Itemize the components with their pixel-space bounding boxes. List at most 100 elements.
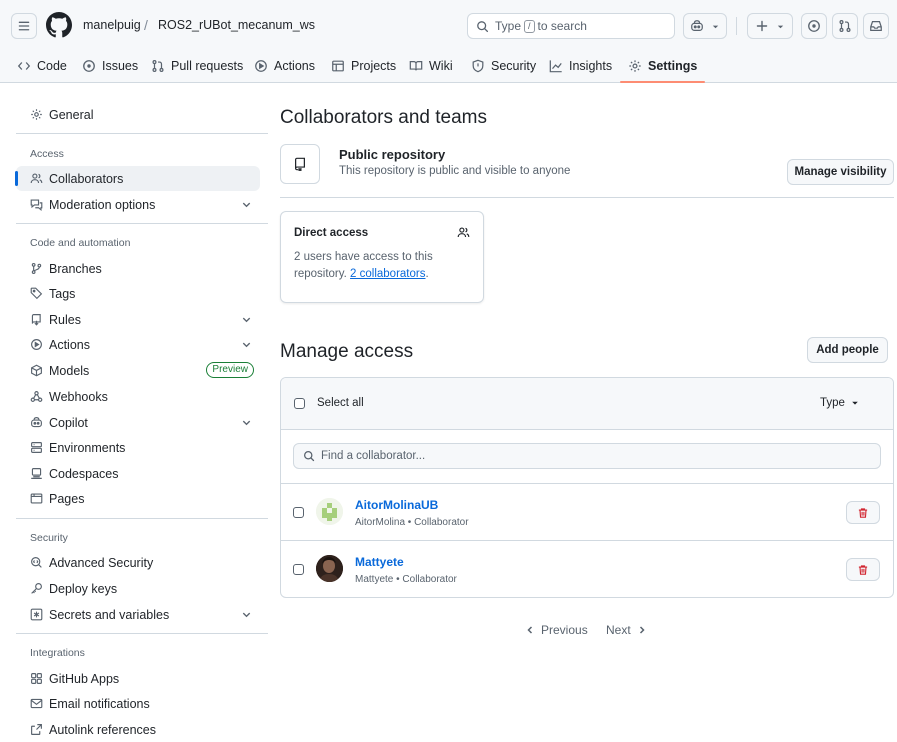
sidebar-item-webhooks[interactable]: Webhooks [16,384,260,409]
key-icon [31,583,42,594]
remove-collaborator-button[interactable] [846,558,880,581]
tab-label: Settings [648,59,698,73]
sidebar-item-general[interactable]: General [16,102,260,127]
avatar[interactable] [316,555,343,582]
sidebar-item-github-apps[interactable]: GitHub Apps [16,666,260,691]
sidebar-item-label: Webhooks [49,389,108,404]
repo-tabs: Code Issues Pull requests Actions Projec… [0,50,897,83]
cross-reference-icon [31,724,42,735]
create-new-button[interactable] [747,13,793,39]
row-checkbox[interactable] [293,564,304,575]
comment-discussion-icon [30,199,43,211]
sidebar-item-label: Email notifications [49,696,150,711]
collaborator-search-field[interactable] [293,443,881,469]
chevron-down-icon [712,25,719,28]
sidebar-item-autolink-references[interactable]: Autolink references [16,717,260,742]
book-icon [409,61,423,71]
tab-projects[interactable]: Projects [331,50,396,82]
chevron-down-icon [242,342,251,348]
remove-collaborator-button[interactable] [846,501,880,524]
pull-requests-button[interactable] [832,13,858,39]
sidebar-heading-access: Access [30,148,64,160]
copilot-icon [691,20,703,31]
tab-security[interactable]: Security [471,50,536,82]
tab-actions[interactable]: Actions [254,50,315,82]
codespaces-icon [31,468,42,479]
collaborators-link[interactable]: 2 collaborators [350,268,425,280]
tab-label: Code [37,59,67,73]
profile-photo-image [316,555,343,582]
inbox-button[interactable] [863,13,889,39]
tab-label: Security [491,59,537,73]
tab-pull-requests[interactable]: Pull requests [151,50,243,82]
tab-issues[interactable]: Issues [82,50,138,82]
sidebar-item-email-notifications[interactable]: Email notifications [16,691,260,716]
select-all-checkbox[interactable] [294,398,305,409]
chevron-down-icon [242,612,251,618]
trash-icon [858,507,868,518]
sidebar-item-advanced-security[interactable]: Advanced Security [16,550,260,575]
sidebar-item-collaborators[interactable]: Collaborators [15,166,260,191]
table-header: Select all Type [281,378,893,430]
shield-icon [472,59,484,73]
table-row: Mattyete Mattyete • Collaborator [281,540,893,597]
sidebar-item-label: Rules [49,312,81,327]
tab-insights[interactable]: Insights [549,50,612,82]
sidebar-item-models[interactable]: Models Preview [16,358,260,383]
section-divider [280,197,894,198]
sidebar-item-environments[interactable]: Environments [16,435,260,460]
repo-link[interactable]: ROS2_rUBot_mecanum_ws [158,18,315,32]
sidebar-item-moderation-options[interactable]: Moderation options [16,192,260,217]
sidebar-item-label: GitHub Apps [49,671,120,686]
direct-access-suffix: . [425,268,429,280]
add-people-button[interactable]: Add people [807,337,888,363]
tab-settings[interactable]: Settings [619,50,706,83]
row-checkbox[interactable] [293,507,304,518]
tab-wiki[interactable]: Wiki [409,50,453,82]
sidebar-divider [16,133,268,134]
sidebar-item-pages[interactable]: Pages [16,486,260,511]
identicon-image [316,498,343,525]
tab-code[interactable]: Code [17,50,67,82]
sidebar-item-label: Deploy keys [49,581,118,596]
header-row: manelpuig / ROS2_rUBot_mecanum_ws Type /… [0,0,897,50]
webhook-icon [30,391,43,402]
type-filter-dropdown[interactable]: Type [820,397,859,409]
previous-page-button[interactable]: Previous [525,623,588,637]
search-icon [477,20,489,32]
sidebar-item-tags[interactable]: Tags [16,281,260,306]
sidebar-item-deploy-keys[interactable]: Deploy keys [16,576,260,601]
next-page-button[interactable]: Next [606,623,647,637]
chevron-down-icon [242,317,251,323]
chevron-down-icon [242,202,251,208]
menu-icon[interactable] [11,13,37,39]
collaborator-name-link[interactable]: AitorMolinaUB [355,498,438,512]
avatar[interactable] [316,498,343,525]
collaborator-search-input[interactable] [321,450,861,462]
inbox-icon [870,21,882,31]
issues-button[interactable] [801,13,827,39]
sidebar-item-branches[interactable]: Branches [16,256,260,281]
copilot-icon [31,417,42,428]
search-input[interactable]: Type / to search [467,13,675,39]
manage-visibility-button[interactable]: Manage visibility [787,159,894,185]
sidebar-item-rules[interactable]: Rules [16,307,260,332]
sidebar-divider [16,223,268,224]
page-title: Collaborators and teams [280,107,487,128]
sidebar-item-label: Secrets and variables [49,607,170,622]
owner-link[interactable]: manelpuig [83,18,141,32]
header-divider [736,17,737,35]
sidebar-item-secrets-variables[interactable]: Secrets and variables [16,602,260,627]
tab-label: Actions [274,59,315,73]
people-icon [457,227,470,238]
sidebar-item-codespaces[interactable]: Codespaces [16,461,260,486]
sidebar-item-actions[interactable]: Actions [16,332,260,357]
sidebar-item-label: Copilot [49,415,88,430]
sidebar-item-label: Autolink references [49,722,157,737]
people-icon [30,173,43,184]
github-logo-icon[interactable] [46,12,72,38]
copilot-button[interactable] [683,13,727,39]
sidebar-item-copilot[interactable]: Copilot [16,410,260,435]
collaborator-name-link[interactable]: Mattyete [355,555,404,569]
play-icon [31,339,42,350]
